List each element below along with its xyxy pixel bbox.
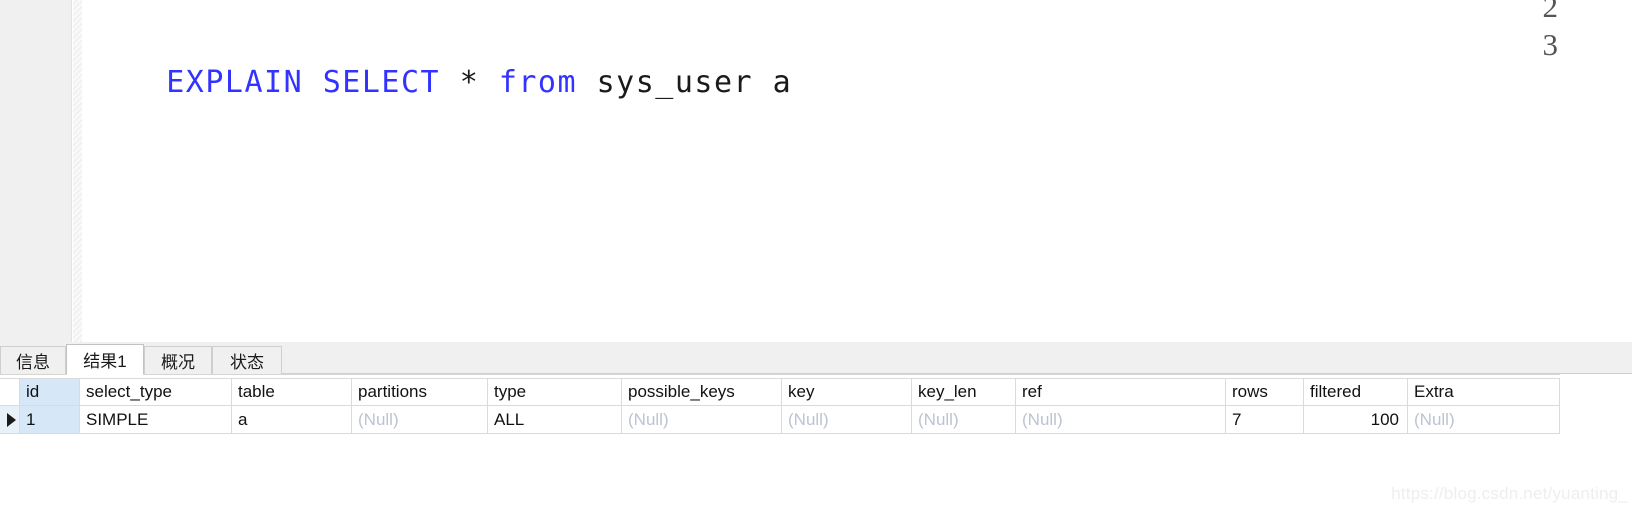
tab-profile-label: 概况 bbox=[161, 353, 195, 372]
tab-info-label: 信息 bbox=[16, 353, 50, 372]
column-header-key[interactable]: key bbox=[782, 378, 912, 406]
cell-filtered[interactable]: 100 bbox=[1304, 406, 1408, 434]
grid-top-rule bbox=[0, 374, 1560, 375]
sql-keyword-from: from bbox=[498, 65, 597, 100]
cell-ref[interactable]: (Null) bbox=[1016, 406, 1226, 434]
cell-type[interactable]: ALL bbox=[488, 406, 622, 434]
column-header-key_len[interactable]: key_len bbox=[912, 378, 1016, 406]
cell-id[interactable]: 1 bbox=[20, 406, 80, 434]
cell-table[interactable]: a bbox=[232, 406, 352, 434]
cell-select_type[interactable]: SIMPLE bbox=[80, 406, 232, 434]
tab-profile[interactable]: 概况 bbox=[144, 346, 212, 374]
row-pointer-cell[interactable] bbox=[0, 406, 20, 434]
editor-fold-stripe bbox=[73, 0, 82, 342]
sql-table-alias: sys_user a bbox=[596, 65, 793, 100]
column-header-filtered[interactable]: filtered bbox=[1304, 378, 1408, 406]
result-grid[interactable]: id select_type table partitions type possible… bbox=[0, 374, 1632, 510]
watermark: https://blog.csdn.net/yuanting_ bbox=[1391, 484, 1628, 503]
sql-star: * bbox=[459, 65, 499, 100]
line-number-3: 3 bbox=[1542, 27, 1559, 62]
cell-key[interactable]: (Null) bbox=[782, 406, 912, 434]
column-header-rows[interactable]: rows bbox=[1226, 378, 1304, 406]
tab-status[interactable]: 状态 bbox=[212, 346, 282, 374]
column-header-ref[interactable]: ref bbox=[1016, 378, 1226, 406]
cell-possible_keys[interactable]: (Null) bbox=[622, 406, 782, 434]
column-header-Extra[interactable]: Extra bbox=[1408, 378, 1560, 406]
cell-partitions[interactable]: (Null) bbox=[352, 406, 488, 434]
tab-info[interactable]: 信息 bbox=[0, 346, 66, 374]
column-header-type[interactable]: type bbox=[488, 378, 622, 406]
sql-code-line-3[interactable]: EXPLAIN SELECT * from sys_user a bbox=[88, 26, 792, 140]
cell-key_len[interactable]: (Null) bbox=[912, 406, 1016, 434]
tab-result-1-label: 结果1 bbox=[83, 352, 127, 371]
cell-Extra[interactable]: (Null) bbox=[1408, 406, 1560, 434]
column-header-id[interactable]: id bbox=[20, 378, 80, 406]
grid-corner-cell[interactable] bbox=[0, 378, 20, 406]
editor-line-number-gutter bbox=[0, 0, 72, 342]
sql-keyword-explain-select: EXPLAIN SELECT bbox=[166, 65, 460, 100]
tab-result-1[interactable]: 结果1 bbox=[66, 344, 144, 375]
table-row[interactable]: 1 SIMPLE a (Null) ALL (Null) (Null) (Null) (Null… bbox=[0, 406, 1560, 434]
line-number-2: 2 bbox=[1542, 0, 1559, 24]
cell-rows[interactable]: 7 bbox=[1226, 406, 1304, 434]
column-header-possible_keys[interactable]: possible_keys bbox=[622, 378, 782, 406]
tab-status-label: 状态 bbox=[230, 353, 264, 372]
result-tab-bar: 信息 结果1 概况 状态 bbox=[0, 342, 1632, 375]
sql-editor-pane[interactable]: 2 3 EXPLAIN SELECT * from sys_user a bbox=[0, 0, 1632, 342]
column-header-select_type[interactable]: select_type bbox=[80, 378, 232, 406]
column-header-table[interactable]: table bbox=[232, 378, 352, 406]
row-pointer-icon bbox=[7, 412, 16, 427]
grid-header-row: id select_type table partitions type possible… bbox=[0, 378, 1560, 406]
column-header-partitions[interactable]: partitions bbox=[352, 378, 488, 406]
